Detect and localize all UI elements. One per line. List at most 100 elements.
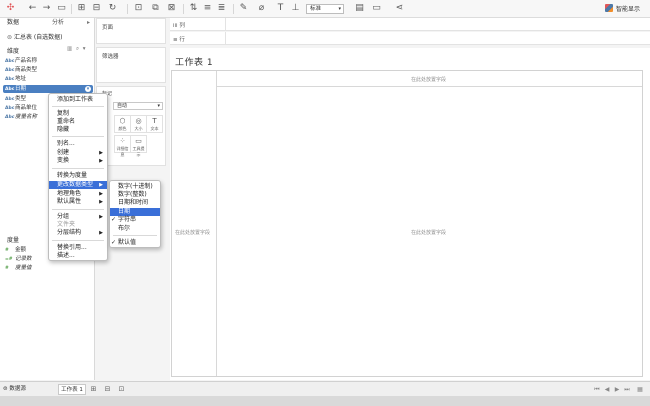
fix-axes-icon[interactable]: ⊥: [290, 3, 301, 14]
measure-field[interactable]: # 度量值: [5, 264, 32, 272]
sort-ascending-icon[interactable]: ≡: [202, 3, 213, 14]
rows-shelf[interactable]: ≡ 行: [170, 32, 650, 45]
duplicate-sheet-icon[interactable]: ⧉: [150, 3, 161, 14]
toolbar-divider: [233, 4, 234, 14]
dimension-field-selected[interactable]: Abc日期 ▾: [3, 85, 93, 93]
next-sheet-icon[interactable]: ▶: [613, 385, 621, 394]
menu-replace-references[interactable]: 替换引用...: [49, 244, 107, 252]
new-worksheet-icon[interactable]: ⊞: [89, 385, 98, 394]
menu-hide[interactable]: 隐藏: [49, 126, 107, 134]
dimension-field[interactable]: Abc商品类型: [5, 66, 37, 74]
clear-sheet-icon[interactable]: ⊠: [166, 3, 177, 14]
text-icon: T: [152, 117, 157, 125]
new-datasource-icon[interactable]: ⊞: [76, 3, 87, 14]
menu-copy[interactable]: 复制: [49, 110, 107, 118]
mark-type-dropdown[interactable]: 自动 ▾: [113, 102, 163, 110]
mark-size-button[interactable]: ◎ 大小: [130, 115, 147, 133]
menu-convert-to-measure[interactable]: 转换为度量: [49, 172, 107, 180]
drop-field-left[interactable]: 在此处放置字段: [175, 229, 210, 236]
type-string[interactable]: ✓ 字符串: [110, 216, 160, 224]
chevron-right-icon: ▶: [99, 199, 103, 205]
drop-field-top[interactable]: 在此处放置字段: [411, 76, 446, 83]
undo-icon[interactable]: ←: [27, 3, 38, 14]
dimension-field[interactable]: Abc度量名称: [5, 113, 37, 121]
dimension-tools[interactable]: ▥ ⌕ ▾: [67, 46, 87, 53]
toolbar-divider: [71, 4, 72, 14]
dimension-field[interactable]: Abc商品单位: [5, 104, 37, 112]
pages-card[interactable]: 页面: [96, 18, 166, 44]
tableau-logo-icon[interactable]: ✣: [5, 3, 16, 14]
tab-analysis[interactable]: 分析: [52, 18, 64, 28]
type-date-time[interactable]: 日期和时间: [110, 199, 160, 207]
menu-change-data-type[interactable]: 更改数据类型 ▶: [49, 181, 107, 189]
menu-transform[interactable]: 变换 ▶: [49, 157, 107, 165]
sheet-tab[interactable]: 工作表 1: [58, 384, 86, 395]
mark-text-button[interactable]: T 文本: [146, 115, 163, 133]
measure-field[interactable]: # 金额: [5, 246, 26, 254]
viz-area[interactable]: 在此处放置字段 在此处放置字段 在此处放置字段: [171, 70, 643, 377]
menu-separator: [52, 209, 104, 210]
refresh-icon[interactable]: ↻: [107, 3, 118, 14]
sort-descending-icon[interactable]: ≣: [216, 3, 227, 14]
new-dashboard-icon[interactable]: ⊟: [103, 385, 112, 394]
menu-hierarchy[interactable]: 分层结构 ▶: [49, 229, 107, 237]
measure-field[interactable]: =# 记录数: [5, 255, 32, 263]
menu-rename[interactable]: 重命名: [49, 118, 107, 126]
menu-describe[interactable]: 描述...: [49, 252, 107, 260]
datasource-tab[interactable]: ⊜ 数据源: [3, 384, 26, 395]
pause-updates-icon[interactable]: ⊟: [91, 3, 102, 14]
type-boolean[interactable]: 布尔: [110, 225, 160, 233]
group-members-icon[interactable]: ⌀: [256, 3, 267, 14]
pages-title: 页面: [102, 25, 114, 31]
type-default[interactable]: ✓ 默认值: [110, 239, 160, 247]
menu-group[interactable]: 分组 ▶: [49, 213, 107, 221]
show-labels-icon[interactable]: T: [275, 3, 286, 14]
save-icon[interactable]: ▭: [56, 3, 67, 14]
swap-axes-icon[interactable]: ⇅: [188, 3, 199, 14]
toolbar-divider: [127, 4, 128, 14]
menu-add-to-sheet[interactable]: 添加到工作表: [49, 96, 107, 104]
worksheet-title[interactable]: 工作表 1: [175, 55, 213, 68]
dimension-field[interactable]: Abc产品名称: [5, 57, 37, 65]
collapse-pane-icon[interactable]: ▸: [87, 18, 90, 28]
show-me-button[interactable]: 智能显示: [604, 4, 640, 14]
mark-color-button[interactable]: ⬡ 颜色: [114, 115, 131, 133]
columns-shelf[interactable]: iii 列: [170, 18, 650, 31]
last-sheet-icon[interactable]: ⏭: [623, 385, 631, 394]
first-sheet-icon[interactable]: ⏮: [593, 385, 601, 394]
menu-geographic-role[interactable]: 地理角色 ▶: [49, 190, 107, 198]
menu-create[interactable]: 创建 ▶: [49, 149, 107, 157]
toolbar-divider: [183, 4, 184, 14]
type-number-whole[interactable]: 数字(整数): [110, 191, 160, 199]
type-number-decimal[interactable]: 数字(十进制): [110, 183, 160, 191]
highlight-icon[interactable]: ✎: [238, 3, 249, 14]
size-icon: ◎: [135, 117, 142, 125]
checkmark-icon: ✓: [111, 216, 117, 223]
new-story-icon[interactable]: ⊡: [117, 385, 126, 394]
viz-divider-vertical: [216, 71, 217, 376]
prev-sheet-icon[interactable]: ◀: [603, 385, 611, 394]
fit-dropdown[interactable]: 标准 ▾: [306, 4, 344, 14]
menu-separator: [113, 235, 157, 236]
dimension-field[interactable]: Abc类型: [5, 95, 26, 103]
share-icon[interactable]: ⋖: [394, 3, 405, 14]
type-date[interactable]: 日期: [110, 208, 160, 216]
mark-tooltip-button[interactable]: ▭ 工具提示: [130, 135, 147, 157]
show-cards-icon[interactable]: ▤: [354, 3, 365, 14]
presentation-mode-icon[interactable]: ▭: [371, 3, 382, 14]
tab-data[interactable]: 数据: [7, 18, 19, 28]
drop-field-center[interactable]: 在此处放置字段: [411, 229, 446, 236]
menu-aliases[interactable]: 别名...: [49, 140, 107, 148]
chevron-right-icon: ▶: [99, 191, 103, 197]
datasource-item[interactable]: ⊜ 汇总表 (自选数据): [7, 32, 63, 41]
measures-header: 度量: [7, 237, 20, 244]
show-tabs-icon[interactable]: ▦: [636, 385, 644, 394]
field-dropdown-icon[interactable]: ▾: [85, 86, 91, 92]
redo-icon[interactable]: →: [41, 3, 52, 14]
mark-detail-button[interactable]: ⁘ 详细信息: [114, 135, 131, 157]
filters-card[interactable]: 筛选器: [96, 47, 166, 83]
new-sheet-icon[interactable]: ⊡: [133, 3, 144, 14]
menu-default-properties[interactable]: 默认属性 ▶: [49, 198, 107, 206]
dimension-field[interactable]: Abc地址: [5, 75, 26, 83]
filters-title: 筛选器: [102, 54, 119, 60]
